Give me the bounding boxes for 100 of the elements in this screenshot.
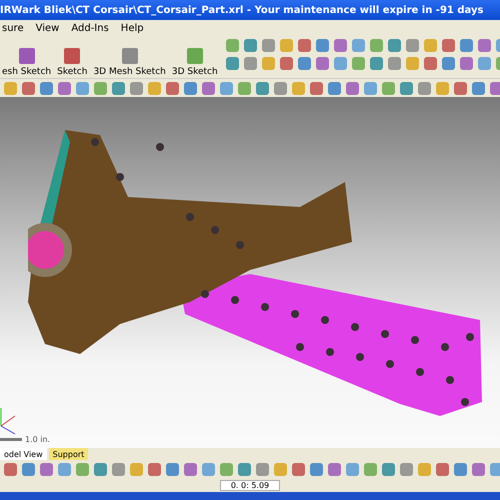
tool-icon[interactable] bbox=[454, 82, 467, 94]
tool-icon[interactable] bbox=[220, 462, 233, 476]
tool-icon[interactable] bbox=[310, 82, 323, 94]
menu-item[interactable]: Add-Ins bbox=[71, 22, 109, 34]
sketch-button[interactable]: 3D Mesh Sketch bbox=[91, 36, 168, 78]
tool-icon[interactable] bbox=[388, 57, 401, 70]
tool-icon[interactable] bbox=[316, 57, 329, 70]
tool-icon[interactable] bbox=[310, 462, 323, 476]
tool-icon[interactable] bbox=[112, 82, 125, 94]
tool-icon[interactable] bbox=[148, 462, 161, 476]
tool-icon[interactable] bbox=[262, 39, 275, 52]
tool-icon[interactable] bbox=[22, 82, 35, 94]
scale-label: 1.0 in. bbox=[25, 435, 50, 444]
tool-icon[interactable] bbox=[328, 462, 341, 476]
status-field: 0. 0: 5.09 bbox=[220, 480, 280, 490]
tool-icon[interactable] bbox=[400, 462, 413, 476]
tool-icon[interactable] bbox=[472, 462, 485, 476]
tool-icon[interactable] bbox=[274, 462, 287, 476]
tool-icon[interactable] bbox=[328, 82, 341, 94]
tool-icon[interactable] bbox=[298, 57, 311, 70]
tool-icon[interactable] bbox=[202, 462, 215, 476]
tool-icon[interactable] bbox=[382, 462, 395, 476]
tool-icon[interactable] bbox=[4, 82, 17, 94]
tool-icon[interactable] bbox=[148, 82, 161, 94]
sketch-button[interactable]: esh Sketch bbox=[0, 36, 54, 78]
tool-icon[interactable] bbox=[400, 82, 413, 94]
tool-icon[interactable] bbox=[454, 462, 467, 476]
tool-icon[interactable] bbox=[436, 462, 449, 476]
tool-icon[interactable] bbox=[478, 57, 491, 70]
tool-icon[interactable] bbox=[346, 82, 359, 94]
tool-icon[interactable] bbox=[58, 82, 71, 94]
tool-icon[interactable] bbox=[418, 462, 431, 476]
menu-item[interactable]: Help bbox=[120, 22, 144, 34]
tool-icon[interactable] bbox=[184, 462, 197, 476]
tool-icon[interactable] bbox=[292, 462, 305, 476]
tool-icon[interactable] bbox=[40, 82, 53, 94]
tool-icon[interactable] bbox=[334, 57, 347, 70]
tool-icon[interactable] bbox=[388, 39, 401, 52]
tool-icon[interactable] bbox=[490, 82, 500, 94]
axis-triad-icon bbox=[0, 407, 16, 435]
tool-icon[interactable] bbox=[58, 462, 71, 476]
tool-icon[interactable] bbox=[418, 82, 431, 94]
tool-icon[interactable] bbox=[238, 82, 251, 94]
tool-icon[interactable] bbox=[262, 57, 275, 70]
tool-icon[interactable] bbox=[406, 39, 419, 52]
tool-icon[interactable] bbox=[238, 462, 251, 476]
tool-icon[interactable] bbox=[370, 57, 383, 70]
window-title: IRWark Bliek\CT Corsair\CT_Corsair_Part.xrl - Your maintenance will expire in -91 days bbox=[0, 4, 484, 16]
tool-icon[interactable] bbox=[436, 82, 449, 94]
tool-icon[interactable] bbox=[244, 39, 257, 52]
tool-icon[interactable] bbox=[424, 39, 437, 52]
tool-icon[interactable] bbox=[166, 462, 179, 476]
tool-icon[interactable] bbox=[424, 57, 437, 70]
tool-icon[interactable] bbox=[166, 82, 179, 94]
tool-icon[interactable] bbox=[226, 39, 239, 52]
tool-icon[interactable] bbox=[364, 82, 377, 94]
tool-icon[interactable] bbox=[184, 82, 197, 94]
tab[interactable]: Support bbox=[48, 448, 88, 460]
tool-icon[interactable] bbox=[226, 57, 239, 70]
tool-icon[interactable] bbox=[370, 39, 383, 52]
tool-icon[interactable] bbox=[364, 462, 377, 476]
tool-icon[interactable] bbox=[406, 57, 419, 70]
tool-icon[interactable] bbox=[352, 57, 365, 70]
tool-icon[interactable] bbox=[316, 39, 329, 52]
tool-icon[interactable] bbox=[274, 82, 287, 94]
tool-icon[interactable] bbox=[76, 82, 89, 94]
tool-icon[interactable] bbox=[256, 82, 269, 94]
tool-icon[interactable] bbox=[76, 462, 89, 476]
tool-icon[interactable] bbox=[130, 82, 143, 94]
menu-item[interactable]: View bbox=[36, 22, 60, 34]
tool-icon[interactable] bbox=[490, 462, 500, 476]
tool-icon[interactable] bbox=[280, 39, 293, 52]
tool-icon[interactable] bbox=[460, 39, 473, 52]
tool-icon[interactable] bbox=[220, 82, 233, 94]
tab[interactable]: odel View bbox=[0, 448, 47, 460]
tool-icon[interactable] bbox=[244, 57, 257, 70]
sketch-button[interactable]: 3D Sketch bbox=[170, 36, 220, 78]
tool-icon[interactable] bbox=[382, 82, 395, 94]
tool-icon[interactable] bbox=[4, 462, 17, 476]
tool-icon[interactable] bbox=[346, 462, 359, 476]
tool-icon[interactable] bbox=[112, 462, 125, 476]
menu-item[interactable]: sure bbox=[2, 22, 24, 34]
tool-icon[interactable] bbox=[334, 39, 347, 52]
tool-icon[interactable] bbox=[130, 462, 143, 476]
tool-icon[interactable] bbox=[442, 57, 455, 70]
tool-icon[interactable] bbox=[298, 39, 311, 52]
tool-icon[interactable] bbox=[256, 462, 269, 476]
tool-icon[interactable] bbox=[280, 57, 293, 70]
tool-icon[interactable] bbox=[352, 39, 365, 52]
tool-icon[interactable] bbox=[94, 82, 107, 94]
tool-icon[interactable] bbox=[202, 82, 215, 94]
tool-icon[interactable] bbox=[478, 39, 491, 52]
tool-icon[interactable] bbox=[40, 462, 53, 476]
tool-icon[interactable] bbox=[442, 39, 455, 52]
sketch-button[interactable]: Sketch bbox=[55, 36, 90, 78]
tool-icon[interactable] bbox=[472, 82, 485, 94]
tool-icon[interactable] bbox=[292, 82, 305, 94]
tool-icon[interactable] bbox=[94, 462, 107, 476]
tool-icon[interactable] bbox=[460, 57, 473, 70]
tool-icon[interactable] bbox=[22, 462, 35, 476]
